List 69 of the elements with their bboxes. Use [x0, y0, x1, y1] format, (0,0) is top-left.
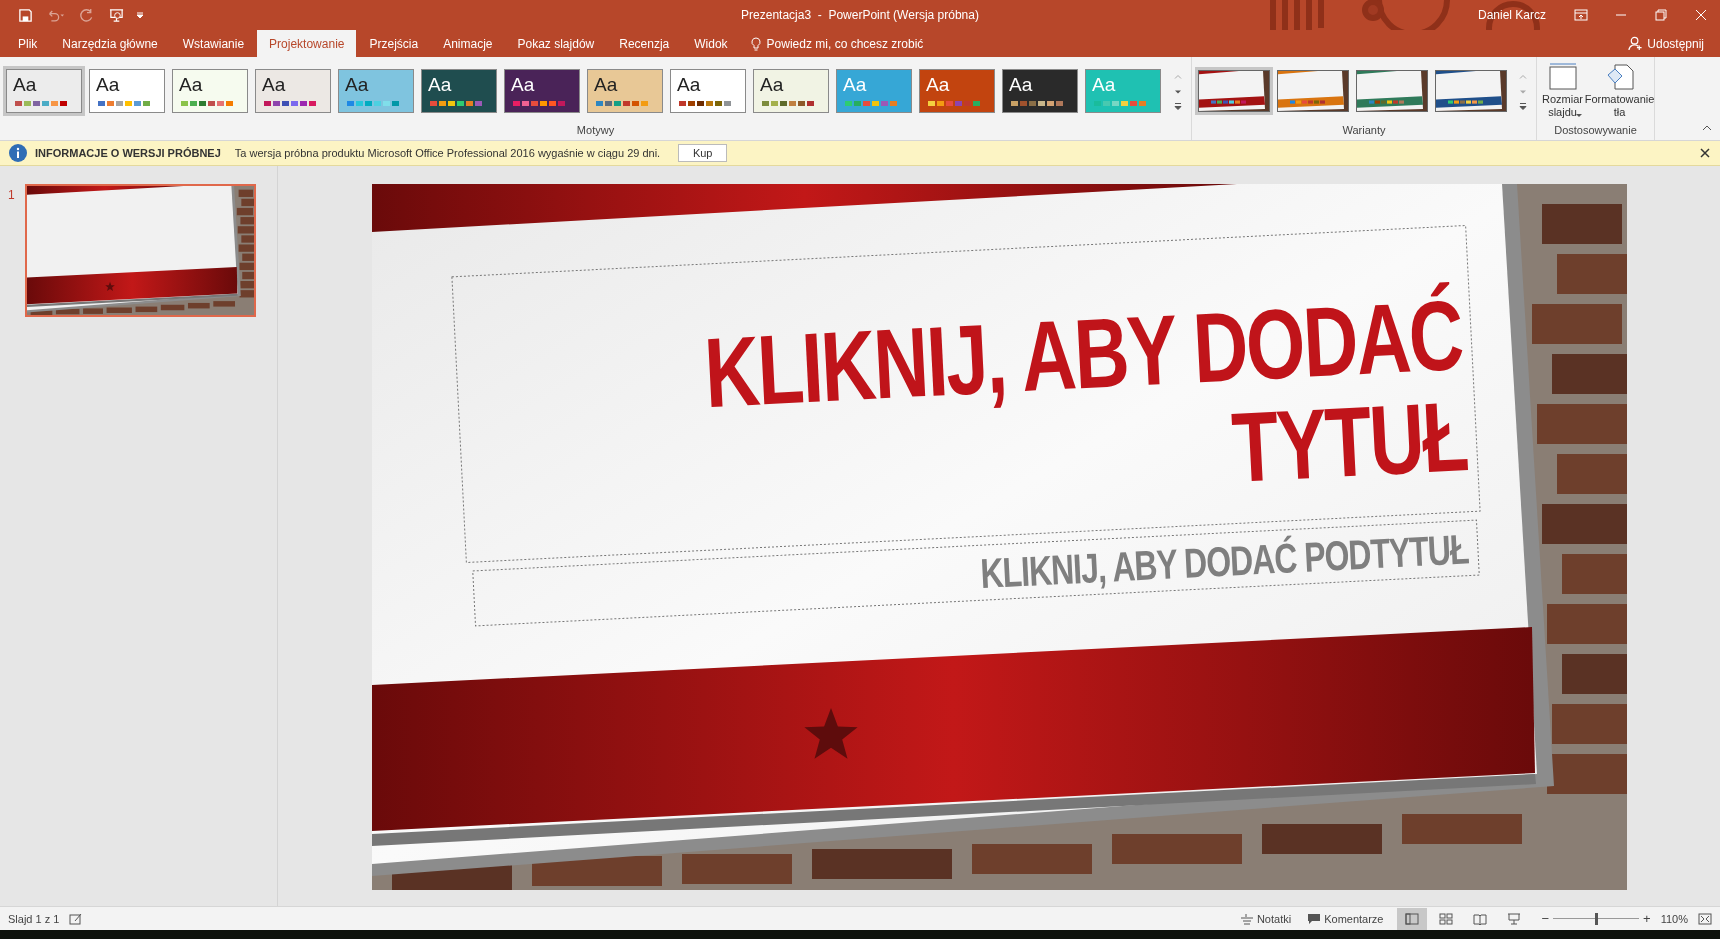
info-icon: [9, 144, 27, 162]
variant-thumbnail[interactable]: [1356, 70, 1428, 112]
slide-subtitle: KLIKNIJ, ABY DODAĆ PODTYTUŁ: [978, 527, 1469, 595]
ribbon-tab[interactable]: Projektowanie: [257, 30, 357, 57]
notes-icon: [1239, 912, 1254, 925]
zoom-slider-thumb[interactable]: [1595, 912, 1599, 925]
theme-thumbnail[interactable]: Aa: [504, 69, 580, 113]
person-add-icon: [1628, 36, 1644, 51]
window-title: Prezentacja3 - PowerPoint (Wersja próbna): [741, 8, 979, 22]
save-icon[interactable]: [18, 7, 33, 23]
ribbon-button[interactable]: Formatowanie tła: [1587, 63, 1652, 124]
view-button[interactable]: [1397, 907, 1428, 930]
theme-thumbnail[interactable]: Aa: [421, 69, 497, 113]
group-label: Motywy: [576, 124, 615, 138]
theme-thumbnail[interactable]: Aa: [1002, 69, 1078, 113]
tell-me-field[interactable]: Powiedz mi, co chcesz zrobić: [760, 30, 989, 57]
ribbon-tab[interactable]: Pokaz slajdów: [505, 30, 607, 57]
theme-thumbnail[interactable]: Aa: [919, 69, 995, 113]
zoom-out-button[interactable]: −: [1537, 911, 1554, 926]
ribbon-tab[interactable]: Widok: [682, 30, 740, 57]
comment-icon: [1307, 912, 1322, 925]
theme-thumbnail[interactable]: Aa: [753, 69, 829, 113]
slide-counter: Slajd 1 z 1: [8, 912, 60, 925]
customize-caret-icon[interactable]: [136, 11, 144, 19]
ribbon-tab[interactable]: Narzędzia główne: [50, 30, 170, 57]
comments-button[interactable]: Komentarze: [1305, 912, 1386, 925]
slide-number: 1: [8, 188, 15, 202]
ribbon-display-icon[interactable]: [1574, 9, 1588, 21]
notes-button[interactable]: Notatki: [1237, 912, 1294, 925]
slide-size-icon: [1547, 63, 1578, 91]
restore-icon[interactable]: [1654, 9, 1668, 21]
buy-button[interactable]: Kup: [678, 144, 728, 162]
proofing-icon[interactable]: [69, 912, 84, 925]
theme-thumbnail[interactable]: Aa: [670, 69, 746, 113]
lightbulb-icon: [750, 36, 761, 51]
theme-thumbnail[interactable]: Aa: [89, 69, 165, 113]
theme-thumbnail[interactable]: Aa: [6, 69, 82, 113]
ribbon-tab[interactable]: Przejścia: [357, 30, 431, 57]
slide-sorter-icon: [1439, 912, 1454, 925]
ribbon-tab[interactable]: Plik: [6, 30, 50, 57]
zoom-level[interactable]: 110%: [1660, 912, 1688, 925]
share-button[interactable]: Udostępnij: [1622, 30, 1710, 57]
ribbon-tab[interactable]: Animacje: [431, 30, 505, 57]
reading-view-icon: [1473, 912, 1488, 925]
close-icon[interactable]: [1700, 148, 1710, 158]
variant-thumbnail[interactable]: [1435, 70, 1507, 112]
theme-thumbnail[interactable]: Aa: [172, 69, 248, 113]
info-message: Ta wersja próbna produktu Microsoft Office Professional 2016 wygaśnie w ciągu 29 dni.: [234, 147, 661, 159]
user-name[interactable]: Daniel Karcz: [1477, 8, 1546, 22]
slideshow-icon: [1507, 912, 1522, 925]
slideshow-icon[interactable]: [109, 7, 124, 23]
slide-title: KLIKNIJ, ABY DODAĆ TYTUŁ: [700, 284, 1469, 505]
zoom-in-button[interactable]: +: [1639, 911, 1655, 926]
theme-thumbnail[interactable]: Aa: [255, 69, 331, 113]
fit-to-window-icon[interactable]: [1698, 912, 1712, 925]
variant-thumbnail[interactable]: [1277, 70, 1349, 112]
collapse-ribbon-icon[interactable]: [1702, 124, 1712, 132]
theme-thumbnail[interactable]: Aa: [338, 69, 414, 113]
slide-thumbnail[interactable]: [24, 184, 256, 317]
ribbon-tab[interactable]: Recenzja: [607, 30, 682, 57]
normal-view-icon: [1405, 912, 1420, 925]
caret-icon: [1575, 114, 1582, 118]
dropdown-button[interactable]: Rozmiar slajdu: [1539, 63, 1586, 124]
variant-thumbnail[interactable]: [1198, 70, 1270, 112]
info-title: INFORMACJE O WERSJI PRÓBNEJ: [35, 147, 221, 159]
theme-thumbnail[interactable]: Aa: [587, 69, 663, 113]
group-label: Warianty: [1342, 124, 1386, 138]
ribbon-tab[interactable]: Wstawianie: [170, 30, 257, 57]
group-label: Dostosowywanie: [1554, 124, 1637, 138]
